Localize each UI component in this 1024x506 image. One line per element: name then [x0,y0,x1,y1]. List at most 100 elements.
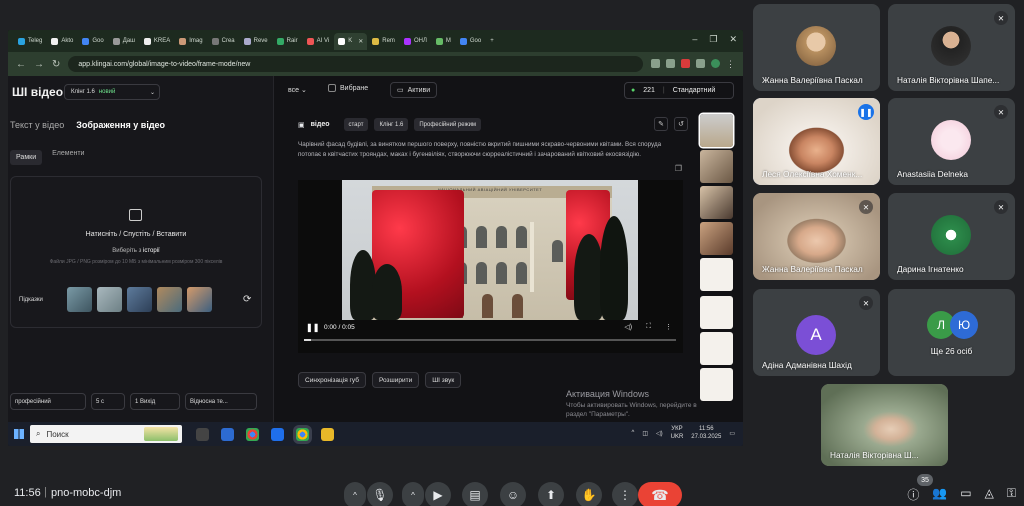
taskbar-clock[interactable]: 11:56 27.03.2025 [691,425,721,441]
profile-avatar[interactable] [711,58,720,68]
participant-tile[interactable]: ⨯ Anastasiia Delneka [888,98,1015,185]
meeting-code[interactable]: pno-mobc-djm [51,487,121,499]
history-thumbnail[interactable] [700,114,733,147]
browser-tab[interactable]: Akto [47,33,77,50]
task-view-icon[interactable] [196,427,209,441]
reload-icon[interactable]: ↻ [52,59,60,70]
notifications-icon[interactable]: ▭ [729,430,735,437]
separator: | [44,486,47,498]
emoji-button[interactable]: ☺ [500,482,526,506]
history-thumbnail[interactable] [700,222,733,255]
browser-tab[interactable]: KREA [140,33,174,50]
browser-tab[interactable]: Imag [175,33,206,50]
address-bar[interactable]: app.klingai.com/global/image-to-video/fr… [68,56,643,72]
participant-tile-speaking[interactable]: ❚❚ Леся Олексіївна Хоменк... [753,98,880,185]
history-thumbnail[interactable] [700,296,733,329]
extension-icon[interactable] [666,58,675,68]
word-icon[interactable] [221,427,234,441]
raise-hand-button[interactable]: ✋ [576,482,602,506]
menu-icon[interactable]: ⋮ [726,59,735,70]
network-icon[interactable]: ◫ [642,430,648,437]
more-icon[interactable]: ⋮ [665,323,672,331]
back-icon[interactable]: ← [16,59,26,70]
pause-icon[interactable]: ❚❚ [306,323,319,332]
video-player[interactable]: НАЦІОНАЛЬНИЙ АВІАЦІЙНИЙ УНІВЕРСИТЕТ ❚❚ 0… [298,180,683,353]
captions-button[interactable]: ▤ [462,482,488,506]
camera-button[interactable]: ▶ [425,482,451,506]
extension-icon[interactable] [681,58,690,68]
generation-card: ▣ відео старт Клінг 1.6 Професійний режи… [292,114,697,418]
participant-tile[interactable]: ⨯ А Адіна Адманівна Шахід [753,289,880,376]
participant-tile[interactable]: ⨯ Дарина Ігнатенко [888,193,1015,280]
video-frame: НАЦІОНАЛЬНИЙ АВІАЦІЙНИЙ УНІВЕРСИТЕТ [342,180,638,320]
browser-tab-active[interactable]: K ✕ [334,32,368,50]
audio-settings-button[interactable]: ^ [344,482,366,506]
extension-icon[interactable] [696,58,705,68]
host-controls-icon[interactable]: ⚿ [1007,486,1016,503]
edit-icon[interactable]: ✎ [654,117,668,131]
regenerate-icon[interactable]: ↺ [674,117,688,131]
participant-tile[interactable]: ⨯ Наталія Вікторівна Шапе... [888,4,1015,91]
keyboard-language[interactable]: УКР UKR [671,425,684,441]
close-tab-icon[interactable]: ✕ [358,38,363,45]
browser-tab[interactable]: Rem [368,33,399,50]
activities-icon[interactable]: ◬ [985,486,994,503]
extend-button[interactable]: Розширити [371,372,420,388]
more-options-button[interactable]: ⋮ [612,482,638,506]
chrome-icon[interactable] [296,427,309,441]
volume-icon[interactable]: ◁) [624,323,632,331]
browser-tab[interactable]: ОНЛ [400,33,431,50]
forward-icon[interactable]: → [34,59,44,70]
site-icon [276,37,284,45]
participant-tile[interactable]: ⨯ Жанна Валеріївна Паскал [753,193,880,280]
file-explorer-icon[interactable] [321,427,334,441]
browser-tab[interactable]: М [432,33,455,50]
more-participants-tile[interactable]: Л Ю Ще 26 осіб [888,289,1015,376]
assets-button[interactable]: ▭ Активи [390,82,438,98]
info-icon[interactable]: ⓘ [907,486,919,503]
lip-sync-button[interactable]: Синхронізація губ [298,372,366,388]
microphone-button[interactable]: 🎙 [367,482,393,506]
chat-icon[interactable]: ▭ [960,486,971,503]
people-icon[interactable]: 👥 [932,486,947,503]
fullscreen-icon[interactable]: ⛶ [646,323,651,331]
browser-tab[interactable]: AI Vi [303,33,334,50]
history-thumbnail[interactable] [700,368,733,401]
browser-tab[interactable]: Crea [208,33,239,50]
maximize-icon[interactable]: ❐ [709,34,717,45]
credits-badge[interactable]: ● 221 | Стандартний [624,82,734,99]
browser-tab[interactable]: Rair [273,33,302,50]
leave-call-button[interactable]: ☎ [638,482,682,506]
favorites-checkbox[interactable]: Вибране [328,84,368,92]
ai-sound-button[interactable]: ШІ звук [425,372,462,388]
chrome-icon[interactable] [246,427,259,441]
history-thumbnail[interactable] [700,332,733,365]
new-tab-button[interactable]: + [486,33,498,50]
close-icon[interactable]: ✕ [729,34,737,45]
volume-icon[interactable]: ◁) [656,430,663,437]
present-button[interactable]: ⬆ [538,482,564,506]
chevron-up-icon[interactable]: ^ [632,430,635,436]
history-thumbnail[interactable] [700,186,733,219]
browser-tab[interactable]: Даш [109,33,139,50]
browser-tab[interactable]: Teleg [14,33,46,50]
speaking-indicator-icon: ❚❚ [858,104,874,120]
history-thumbnail[interactable] [700,150,733,183]
start-button[interactable] [8,422,30,446]
browser-tab[interactable]: Reve [240,33,272,50]
taskbar-search[interactable]: ⌕ Поиск [30,425,182,443]
browser-tab[interactable]: Goo [456,33,485,50]
extension-icon[interactable] [651,58,660,68]
video-settings-button[interactable]: ^ [402,482,424,506]
minimize-icon[interactable]: – [692,34,697,45]
participant-tile[interactable]: Жанна Валеріївна Паскал [753,4,880,91]
participant-tile[interactable]: Наталія Вікторівна Ш... [821,384,948,466]
copy-icon[interactable]: ❐ [675,164,682,173]
video-progress[interactable] [304,339,676,341]
browser-tab[interactable]: Goo [78,33,107,50]
site-icon [435,37,443,45]
history-thumbnail[interactable] [700,258,733,291]
app-icon[interactable] [271,427,284,441]
people-count-badge: 35 [917,474,933,486]
filter-select[interactable]: все ⌄ [288,86,307,94]
